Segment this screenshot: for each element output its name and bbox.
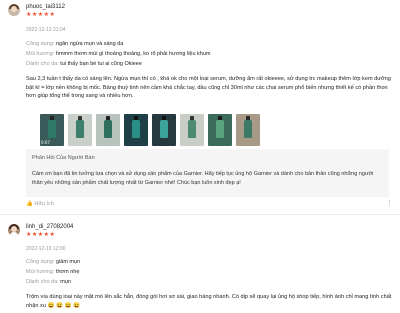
avatar-body [10,232,18,236]
attr-row: Dành cho da: tui thấy bạn bè tui ai cũng… [26,61,142,67]
media-thumb[interactable] [236,114,260,146]
seller-response-text: Cảm ơn bạn đã tin tưởng lựa chọn và sử d… [32,171,374,186]
media-thumb[interactable] [208,114,232,146]
attr-value: thơm nhẹ [55,269,80,275]
bottle [48,120,56,138]
review-meta: 2022-12-13 21:04 [26,27,66,33]
attr-row: Mùi hương: thơm nhẹ [26,269,79,275]
bottle [104,120,112,138]
media-thumb[interactable]: 0:07 [40,114,64,146]
rating-stars: ★★★★★ [26,12,56,18]
thumbs-up-icon: 👍 [26,201,33,207]
attr-row: Mùi hương: hmmm thơm mùi gì thoảng thoản… [26,51,211,57]
attr-label: Mùi hương: [26,51,55,57]
bottle [160,120,168,138]
attr-label: Công dụng: [26,259,55,265]
attr-row: Công dụng: giảm mụn [26,259,80,265]
attr-label: Công dụng: [26,41,55,47]
media-thumb[interactable] [68,114,92,146]
reviewer-username: phuoc_tai3112 [26,4,65,10]
attr-row: Công dụng: ngăn ngừa mụn và sáng da [26,41,123,47]
more-options-icon[interactable]: ⋮ [386,199,393,207]
media-thumb[interactable] [96,114,120,146]
attr-value: hmmm thơm mùi gì thoảng thoảng, ko rõ ph… [55,51,211,57]
attr-value: tui thấy bạn bè tui ai cũng Okieee [60,61,142,67]
rating-stars: ★★★★★ [26,232,56,238]
review-text: Sau 2,3 tuần t thấy da có sáng lên. Ngừa… [26,76,391,100]
review-item: phuoc_tai3112 ★★★★★ 2022-12-13 21:04 Côn… [0,0,400,213]
media-thumb[interactable] [152,114,176,146]
attr-value: giảm mụn [55,259,81,265]
bottle [244,120,252,138]
avatar-face [11,6,17,12]
review-text: Trộm vía dùng loại này mặt mò lên sắc hẳ… [26,294,392,309]
seller-response: Phản Hồi Của Người Bán Cảm ơn bạn đã tin… [26,149,389,197]
bottle [188,120,196,138]
video-duration: 0:07 [41,140,50,145]
avatar[interactable] [8,4,20,16]
avatar[interactable] [8,224,20,236]
attr-value: mụn [60,279,71,285]
helpful-label: Hữu ích [34,201,54,207]
attr-row: Dành cho da: mụn [26,279,71,285]
reviewer-username: linh_di_27082004 [26,224,74,230]
bottle [216,120,224,138]
attr-label: Dành cho da: [26,61,59,67]
attr-value: ngăn ngừa mụn và sáng da [55,41,124,47]
helpful-button[interactable]: 👍 Hữu ích [26,201,54,207]
review-meta: 2022-12-19 12:00 [26,246,66,252]
attr-label: Mùi hương: [26,269,55,275]
attr-label: Dành cho da: [26,279,59,285]
bottle [76,120,84,138]
seller-response-title: Phản Hồi Của Người Bán [32,155,95,161]
media-thumb[interactable] [180,114,204,146]
media-thumb[interactable] [124,114,148,146]
bottle [132,120,140,138]
